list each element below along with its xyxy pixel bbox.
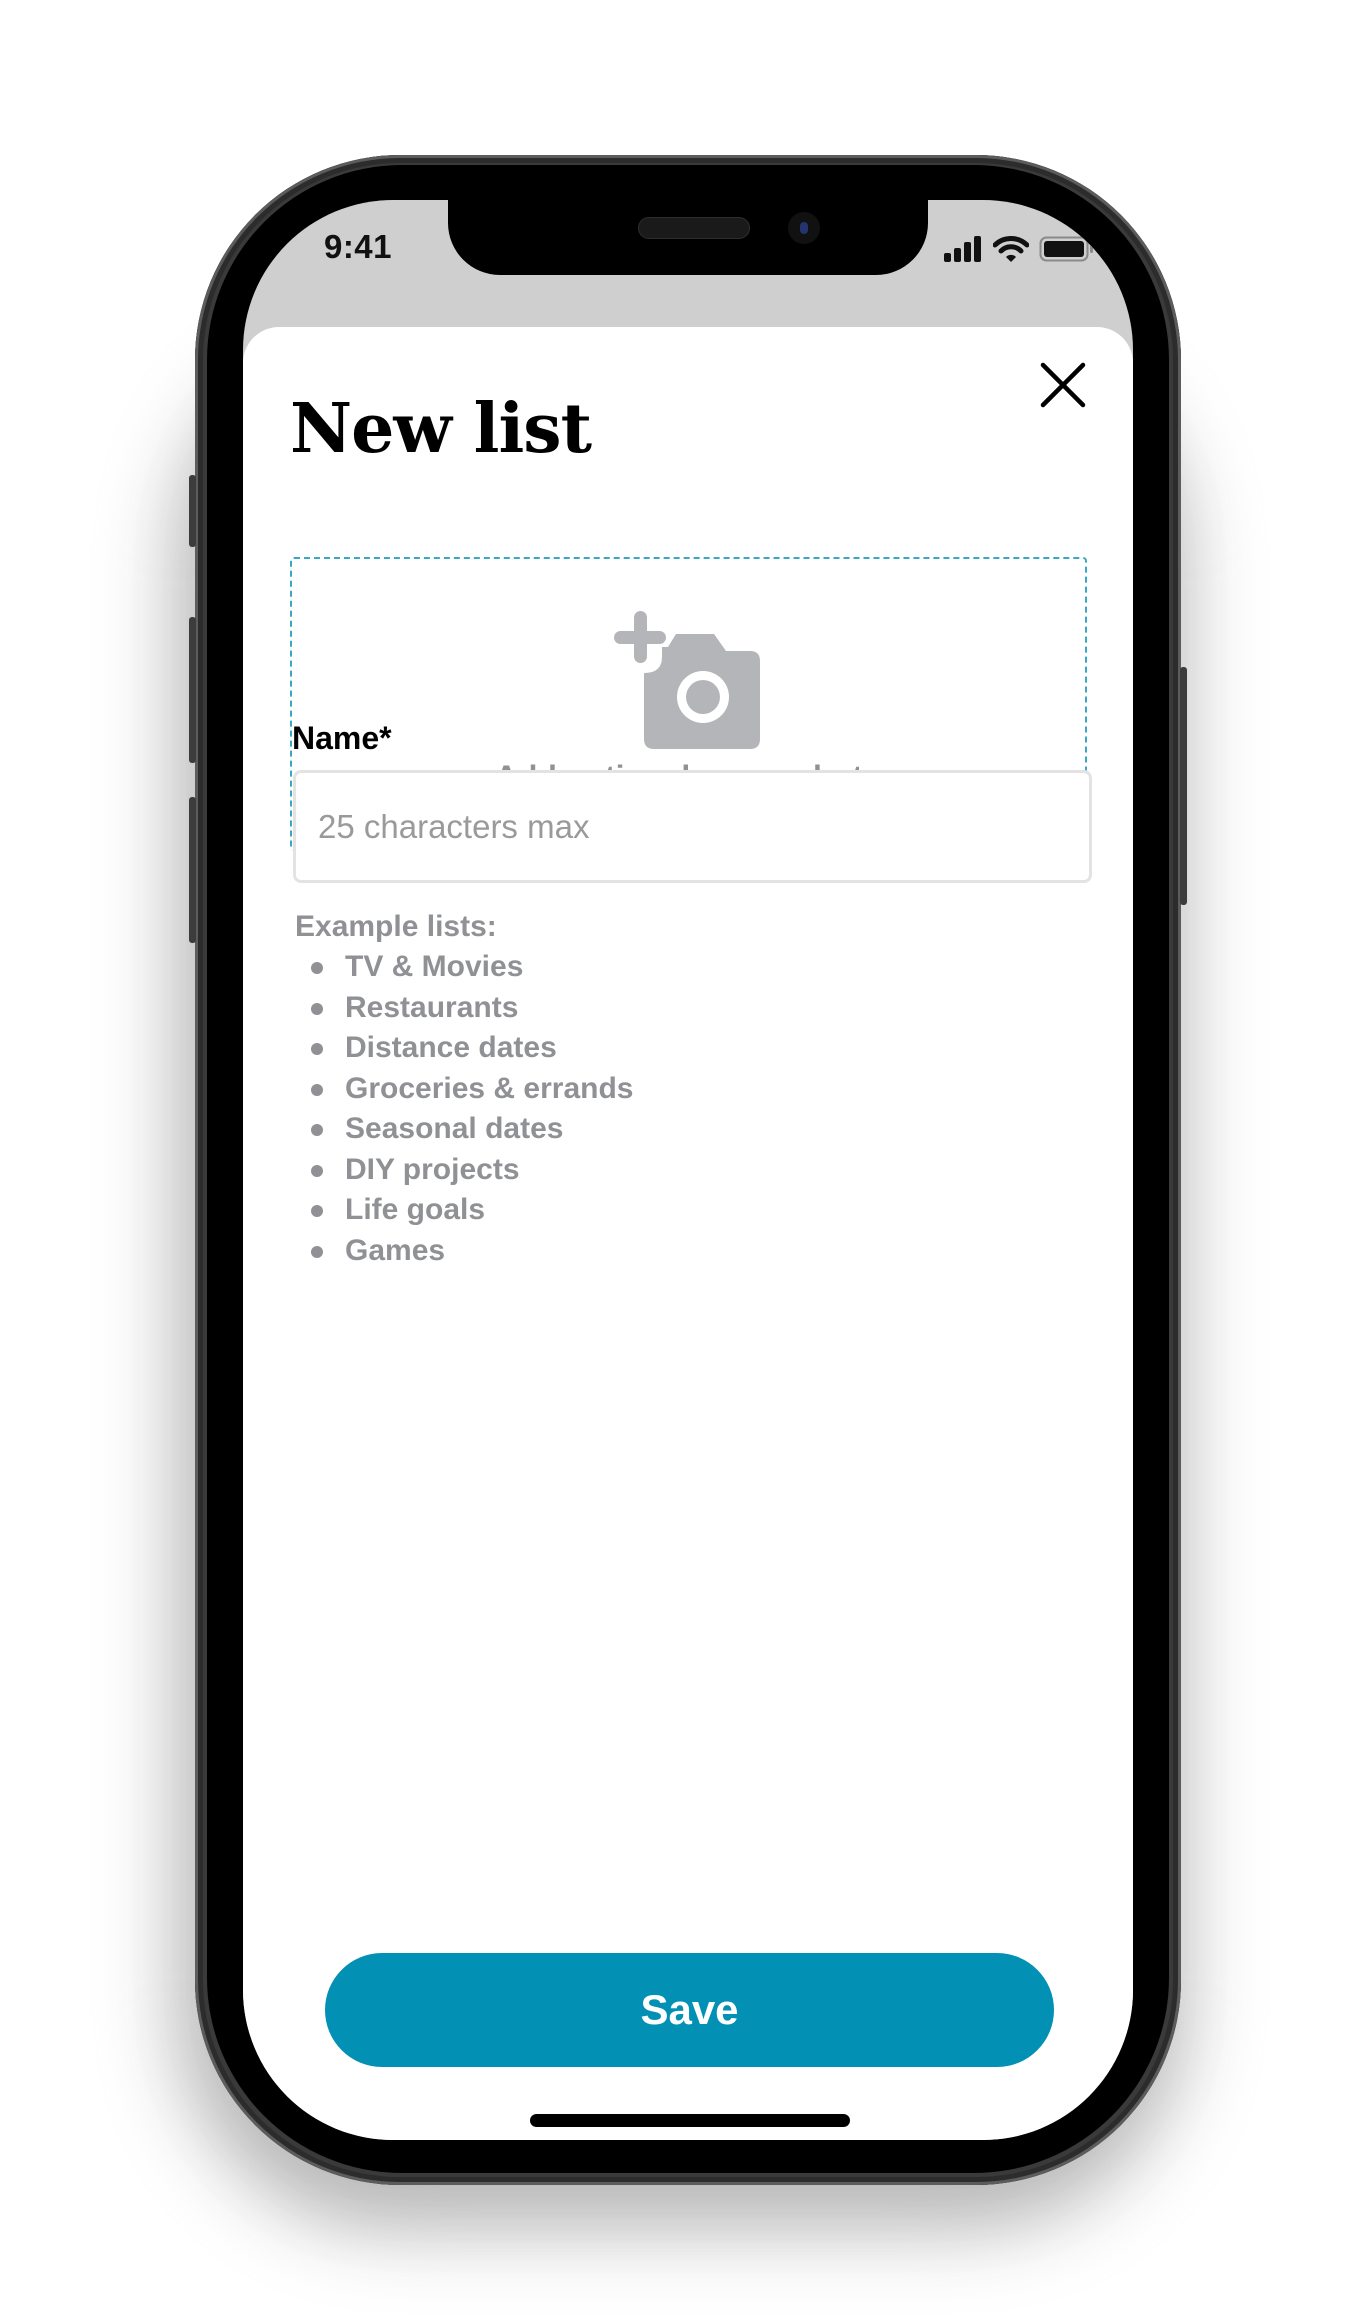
- power-button: [1180, 667, 1187, 905]
- wifi-icon: [993, 236, 1029, 262]
- list-item: Life goals: [295, 1190, 633, 1231]
- screen: 9:41 New list Name* 25 characters max Ex…: [243, 200, 1133, 2140]
- status-time: 9:41: [323, 228, 393, 265]
- bullet-icon: [311, 962, 323, 974]
- list-item-label: TV & Movies: [345, 950, 524, 983]
- name-input[interactable]: [293, 770, 1092, 883]
- list-item-label: Groceries & errands: [345, 1071, 634, 1105]
- list-item: TV & Movies: [295, 947, 633, 988]
- example-lists: Example lists: TV & Movies Restaurants D…: [295, 907, 633, 1271]
- volume-up-button: [189, 617, 196, 763]
- list-item: Distance dates: [295, 1028, 633, 1069]
- example-lists-items: TV & Movies Restaurants Distance dates G…: [295, 947, 633, 1271]
- list-item: Seasonal dates: [295, 1109, 633, 1150]
- list-item-label: DIY projects: [345, 1152, 520, 1186]
- home-indicator[interactable]: [530, 2114, 850, 2127]
- bullet-icon: [311, 1124, 323, 1136]
- list-item-label: Life goals: [345, 1193, 486, 1226]
- bullet-icon: [311, 1205, 323, 1217]
- new-list-sheet: New list Add optional cover photo Name* …: [243, 327, 1133, 2140]
- add-photo-camera-icon: [614, 611, 760, 749]
- notch: [448, 200, 928, 275]
- list-item-label: Games: [345, 1233, 446, 1267]
- list-item: DIY projects: [295, 1150, 633, 1191]
- close-icon: [1040, 362, 1086, 408]
- speaker-grille: [638, 217, 750, 239]
- list-item-label: Restaurants: [345, 990, 519, 1024]
- example-lists-title: Example lists:: [295, 910, 497, 943]
- list-item: Restaurants: [295, 988, 633, 1029]
- bullet-icon: [311, 1164, 323, 1177]
- close-button[interactable]: [1035, 357, 1091, 413]
- bullet-icon: [311, 1083, 323, 1096]
- volume-down-button: [189, 797, 196, 943]
- battery-icon: [1039, 236, 1093, 262]
- list-item-label: Distance dates: [345, 1031, 557, 1064]
- bullet-icon: [311, 1043, 323, 1055]
- bullet-icon: [311, 1245, 323, 1258]
- name-field-label: Name*: [292, 720, 392, 756]
- phone-frame: 9:41 New list Name* 25 characters max Ex…: [189, 155, 1187, 2185]
- cellular-signal-icon: [944, 236, 981, 262]
- list-item: Groceries & errands: [295, 1069, 633, 1110]
- save-button[interactable]: Save: [325, 1953, 1054, 2067]
- status-icons: [943, 234, 1095, 264]
- front-camera: [788, 212, 820, 244]
- list-item-label: Seasonal dates: [345, 1112, 564, 1145]
- bullet-icon: [311, 1002, 323, 1015]
- page-title: New list: [290, 389, 592, 469]
- silent-switch: [189, 475, 196, 547]
- list-item: Games: [295, 1231, 633, 1272]
